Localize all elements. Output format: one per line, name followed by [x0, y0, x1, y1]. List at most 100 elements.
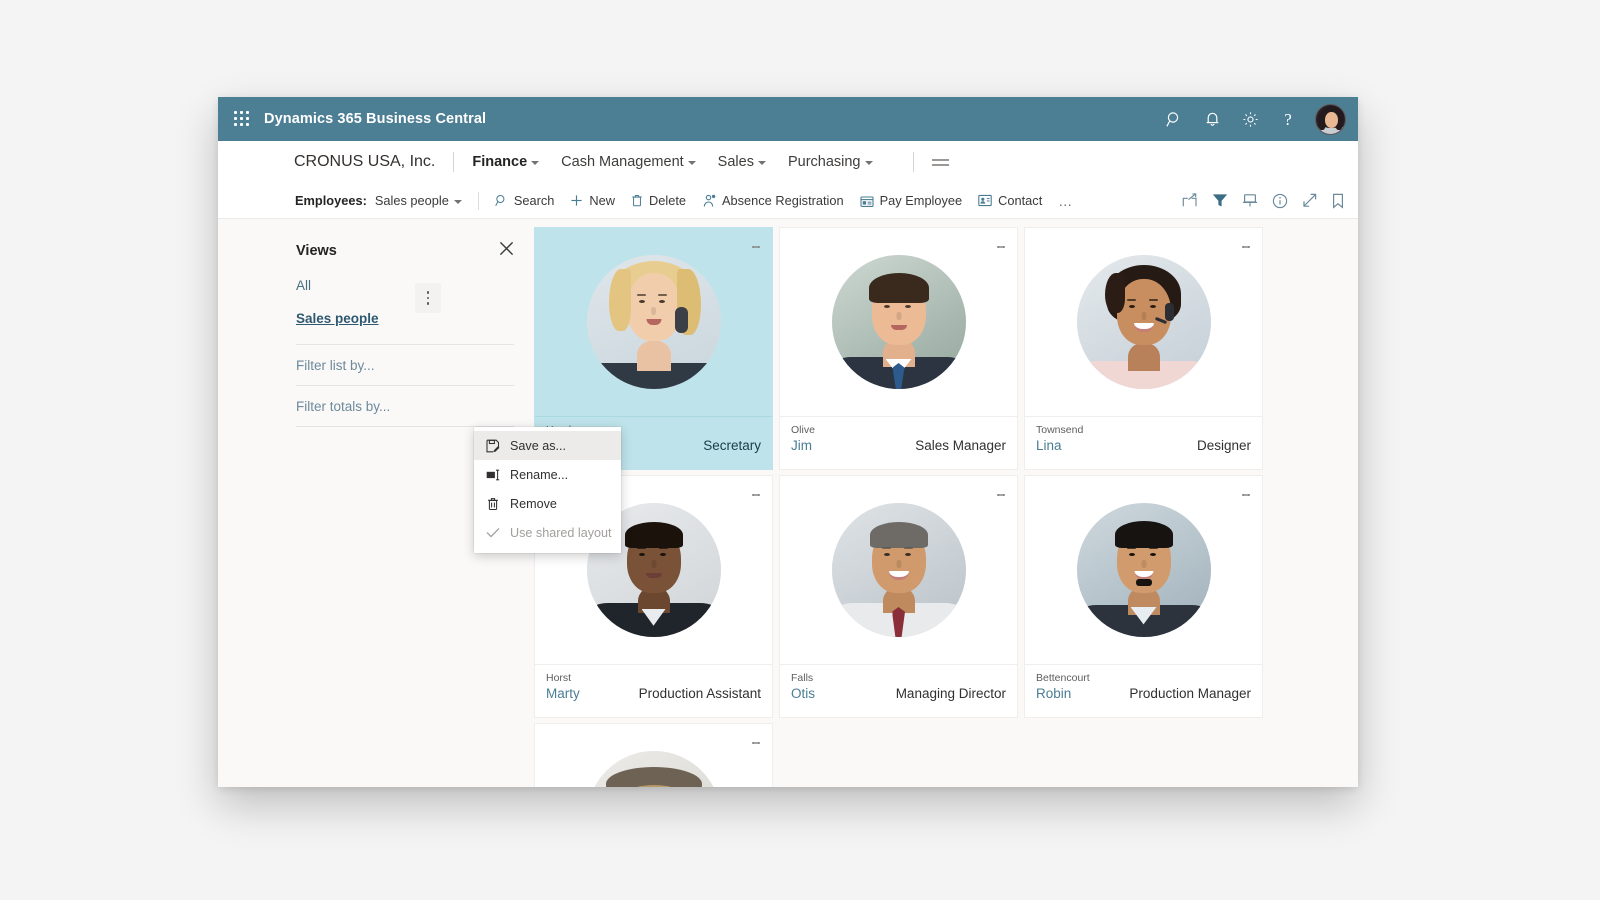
filter-totals-by[interactable]: Filter totals by... [296, 386, 514, 427]
employee-card-partial[interactable] [534, 723, 773, 787]
filter-list-by[interactable]: Filter list by... [296, 345, 514, 386]
employee-first-name-link[interactable]: Otis [791, 686, 815, 701]
chevron-down-icon [757, 161, 766, 165]
employee-job-title: Sales Manager [915, 438, 1006, 453]
employee-job-title: Production Manager [1129, 686, 1251, 701]
bell-icon[interactable] [1195, 102, 1229, 136]
card-info: Horst Marty Production Assistant [535, 664, 772, 717]
card-grid: Henderson Ester Secretary [534, 227, 1346, 787]
card-more-options-icon[interactable] [1238, 484, 1254, 506]
app-launcher-icon[interactable] [234, 111, 250, 127]
employee-card-jim-olive[interactable]: Olive Jim Sales Manager [779, 227, 1018, 470]
card-more-options-icon[interactable] [993, 236, 1009, 258]
search-button[interactable]: Search [495, 193, 555, 208]
pin-icon[interactable] [1242, 193, 1258, 208]
pay-employee-icon [860, 195, 874, 207]
nav-item-sales[interactable]: Sales [718, 154, 766, 170]
card-info: Olive Jim Sales Manager [780, 416, 1017, 469]
navigation-bar: CRONUS USA, Inc. Finance Cash Management… [218, 141, 1358, 183]
employee-job-title: Production Assistant [638, 686, 761, 701]
employee-first-name-link[interactable]: Robin [1036, 686, 1071, 701]
context-menu-item-use-shared-layout[interactable]: Use shared layout [474, 518, 621, 547]
close-icon[interactable] [499, 241, 514, 260]
button-label: Contact [998, 193, 1043, 208]
hamburger-menu-icon[interactable] [931, 158, 949, 166]
chevron-down-icon [687, 161, 696, 165]
nav-item-cash-management[interactable]: Cash Management [561, 154, 696, 170]
chevron-down-icon [453, 199, 462, 204]
delete-button[interactable]: Delete [631, 193, 686, 208]
view-context-menu: Save as... Rename... Remove Use shared l… [474, 427, 621, 553]
employee-card-lina-townsend[interactable]: Townsend Lina Designer [1024, 227, 1263, 470]
rename-icon [485, 469, 500, 481]
employee-first-name-link[interactable]: Jim [791, 438, 812, 453]
employee-last-name: Bettencourt [1036, 672, 1090, 684]
views-header: Views [296, 241, 514, 260]
context-menu-label: Rename... [510, 467, 569, 482]
expand-icon[interactable] [1302, 193, 1318, 208]
employee-last-name: Falls [791, 672, 814, 684]
view-more-options-icon[interactable] [415, 283, 441, 313]
context-menu-item-rename[interactable]: Rename... [474, 460, 621, 489]
trash-icon [485, 497, 500, 511]
employee-last-name: Townsend [1036, 424, 1084, 436]
card-more-options-icon[interactable] [748, 236, 764, 258]
employee-photo-otis [831, 503, 966, 637]
employee-job-title: Secretary [703, 438, 761, 453]
card-info: Bettencourt Robin Production Manager [1025, 664, 1262, 717]
chevron-down-icon [864, 161, 873, 165]
view-item-all[interactable]: All [296, 278, 514, 293]
search-icon [495, 194, 505, 207]
employee-last-name: Olive [791, 424, 815, 436]
employee-card-robin-bettencourt[interactable]: Bettencourt Robin Production Manager [1024, 475, 1263, 718]
overflow-menu-button[interactable]: … [1058, 194, 1073, 208]
top-header-actions: ? [1157, 102, 1358, 136]
nav-label: Sales [717, 154, 754, 170]
card-more-options-icon[interactable] [993, 484, 1009, 506]
filter-icon[interactable] [1212, 193, 1228, 208]
button-label: Delete [649, 193, 686, 208]
new-button[interactable]: New [570, 193, 615, 208]
views-title: Views [296, 242, 337, 259]
nav-label: Purchasing [787, 154, 861, 170]
card-info: Falls Otis Managing Director [780, 664, 1017, 717]
bookmark-icon[interactable] [1332, 193, 1344, 209]
employee-photo-jim [831, 255, 966, 389]
context-menu-item-remove[interactable]: Remove [474, 489, 621, 518]
employee-first-name-link[interactable]: Marty [546, 686, 580, 701]
absence-registration-button[interactable]: Absence Registration [702, 193, 844, 208]
card-more-options-icon[interactable] [748, 732, 764, 754]
button-label: Search [513, 193, 555, 208]
context-menu-item-save-as[interactable]: Save as... [474, 431, 621, 460]
contact-button[interactable]: Contact [978, 193, 1042, 208]
content-area: Views All Sales people Filter list by...… [218, 219, 1358, 787]
employee-photo-ester [586, 255, 721, 389]
share-icon[interactable] [1182, 193, 1198, 208]
save-as-icon [485, 439, 500, 453]
nav-item-finance[interactable]: Finance [472, 154, 540, 170]
photo-area [780, 476, 1017, 664]
chevron-down-icon [531, 161, 540, 165]
view-selector[interactable]: Sales people [375, 193, 462, 208]
employee-first-name-link[interactable]: Lina [1036, 438, 1062, 453]
card-info: Townsend Lina Designer [1025, 416, 1262, 469]
photo-area [535, 228, 772, 416]
company-name[interactable]: CRONUS USA, Inc. [294, 153, 435, 171]
employee-photo-partial [586, 751, 721, 787]
gear-icon[interactable] [1233, 102, 1267, 136]
search-icon[interactable] [1157, 102, 1191, 136]
employee-last-name: Horst [546, 672, 572, 684]
divider [912, 152, 914, 172]
help-icon[interactable]: ? [1271, 102, 1305, 136]
photo-area [780, 228, 1017, 416]
card-more-options-icon[interactable] [748, 484, 764, 506]
avatar[interactable] [1315, 103, 1346, 135]
view-item-sales-people[interactable]: Sales people [296, 311, 514, 326]
nav-item-purchasing[interactable]: Purchasing [788, 154, 873, 170]
info-icon[interactable] [1272, 193, 1288, 209]
employee-card-otis-falls[interactable]: Falls Otis Managing Director [779, 475, 1018, 718]
pay-employee-button[interactable]: Pay Employee [860, 193, 962, 208]
card-more-options-icon[interactable] [1238, 236, 1254, 258]
employee-card-grid: Henderson Ester Secretary [534, 219, 1358, 787]
employee-job-title: Designer [1196, 438, 1251, 453]
